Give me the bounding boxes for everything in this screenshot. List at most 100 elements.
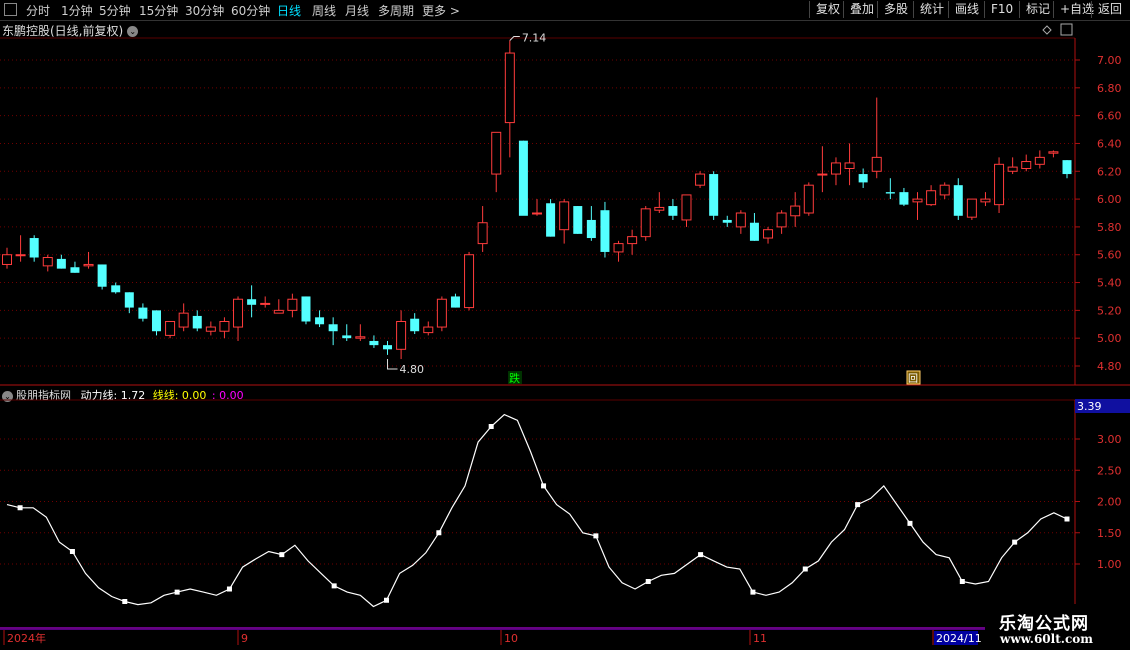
candle [654,192,665,213]
candle-body [423,326,434,334]
candle [1048,150,1059,158]
indicator-marker [436,530,442,536]
date-label: 10 [504,632,518,645]
candle [192,310,202,332]
candle [205,321,216,336]
candle [219,317,230,339]
candle-body [260,302,271,305]
candle [966,198,977,220]
price-axis-label: 5.60 [1097,249,1122,262]
candle [369,335,379,348]
candle-body [491,131,502,175]
candle-body [205,326,216,332]
indicator-marker [122,599,128,604]
candle-body [1062,160,1072,175]
candle-body [165,320,176,336]
indicator-marker [541,483,547,489]
candle [709,171,719,220]
candle [29,235,39,262]
candle [735,210,746,234]
candle [287,293,298,318]
candle-body [192,315,202,329]
indicator-axis-label: 1.50 [1097,527,1122,540]
indicator-marker [226,586,232,592]
candle-body [709,174,719,216]
candle [844,143,855,186]
candle [586,206,596,241]
candle-body [328,324,338,332]
candle [70,261,80,273]
candle-body [899,192,909,205]
candle [518,140,528,216]
candle [1021,154,1032,172]
candle-body [858,174,868,183]
die-signal-label: 跌 [509,371,520,385]
indicator-marker [907,520,913,526]
candle-body [546,203,556,237]
candle-body [97,264,107,287]
candle [926,185,937,207]
candle [477,206,488,252]
candle-body [735,212,746,228]
indicator-axis-label: 2.00 [1097,496,1122,509]
candle [912,192,923,220]
indicator-marker [802,566,808,572]
candle-body [939,184,950,196]
candle [532,199,542,216]
candle [871,97,882,179]
candle [1062,160,1072,179]
indicator-marker [331,583,337,589]
candle [776,210,787,234]
price-axis-label: 5.20 [1097,304,1122,317]
candle [885,178,895,200]
candle [301,296,311,325]
candle-body [654,206,665,211]
candle [790,192,801,227]
candle [504,40,515,158]
candle-body [763,229,774,239]
candle-body [613,243,624,253]
watermark-logo: 乐淘公式网 www.60lt.com [985,604,1130,650]
candle-body [273,309,284,314]
indicator-axis-label: 3.00 [1097,433,1122,446]
chart-canvas[interactable]: 7.00 6.80 6.60 6.40 6.20 6.00 5.80 5.60 5.40 5.20… [0,0,1130,650]
candle [640,206,651,241]
diamond-icon [1042,25,1052,35]
price-axis-label: 5.80 [1097,221,1122,234]
price-axis-label: 6.60 [1097,110,1122,123]
price-axis-label: 6.00 [1097,193,1122,206]
candle-body [1048,151,1059,154]
candle-body [912,198,923,203]
candle [2,247,12,269]
candle [573,206,583,234]
candle-body [803,184,814,214]
candle-body [342,335,352,339]
candle [315,310,325,328]
indicator-marker [174,589,180,595]
price-axis-label: 6.40 [1097,137,1122,150]
indicator-marker [959,579,965,584]
candle [423,321,434,336]
date-label: 2024/11 [936,632,982,645]
indicator-marker [488,424,494,429]
candle-body [926,190,937,206]
candle-body [396,320,407,350]
candle [600,201,610,258]
candle [559,199,570,244]
candle [722,215,732,227]
candle-body [111,285,121,293]
candle-body [2,254,12,265]
panel-toggle-icon [1060,23,1073,36]
candle [627,229,638,255]
candle-body [151,310,161,332]
price-axis-label: 4.80 [1097,360,1122,373]
candle-body [436,298,447,328]
candle-body [980,198,991,203]
candle [450,293,460,308]
candle [1007,157,1018,175]
candle-body [749,222,759,241]
candle-body [966,198,977,218]
candle-body [369,340,379,346]
price-axis-label: 5.00 [1097,332,1122,345]
candle [668,199,678,220]
